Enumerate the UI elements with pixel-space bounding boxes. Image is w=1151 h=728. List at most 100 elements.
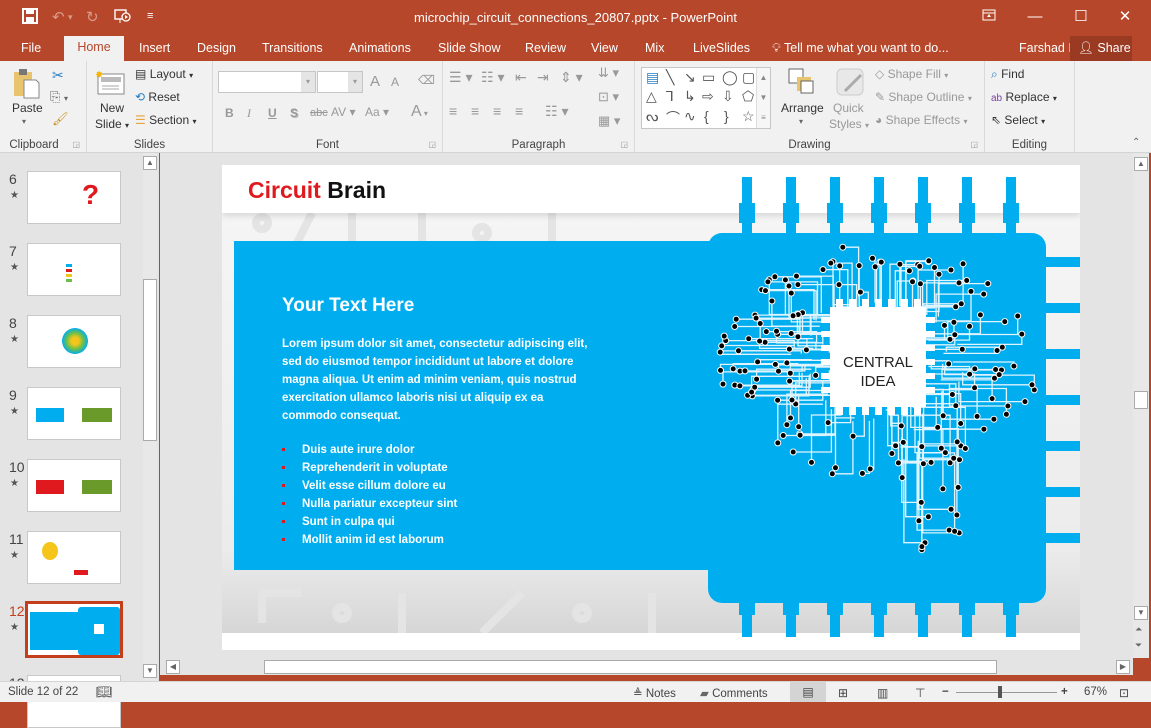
quick-styles-dropdown[interactable]: Styles ▾ xyxy=(829,117,869,131)
slide-thumbnail[interactable] xyxy=(27,531,121,584)
slide-thumbnail[interactable] xyxy=(25,601,123,658)
tab-transitions[interactable]: Transitions xyxy=(262,41,323,55)
tab-home[interactable]: Home xyxy=(64,36,124,61)
convert-to-smartart-icon[interactable]: ▦ ▾ xyxy=(598,113,620,129)
paste-label[interactable]: Paste xyxy=(12,101,43,115)
zoom-in-button[interactable]: + xyxy=(1061,686,1068,698)
decrease-indent-icon[interactable]: ⇤ xyxy=(515,69,527,86)
spell-check-icon[interactable]: 📖︎ xyxy=(96,684,113,700)
fit-slide-to-window-icon[interactable]: ⊡ xyxy=(1119,686,1129,700)
star-shape-icon[interactable]: ☆ xyxy=(742,108,755,125)
curve-shape-icon[interactable]: ∿ xyxy=(684,108,696,125)
animation-star-icon[interactable]: ★ xyxy=(10,406,19,417)
clear-formatting-icon[interactable]: ⌫ xyxy=(418,73,435,87)
line-shape-icon[interactable]: ╲ xyxy=(666,69,674,86)
rectangle-shape-icon[interactable]: ▭ xyxy=(702,69,715,86)
bullet-item[interactable]: Duis aute irure dolor xyxy=(282,441,457,459)
animation-star-icon[interactable]: ★ xyxy=(10,478,19,489)
reading-view-icon[interactable]: ▥ xyxy=(877,686,888,700)
elbow-arrow-shape-icon[interactable]: ↳ xyxy=(684,88,696,105)
quick-styles-icon[interactable] xyxy=(835,67,865,100)
zoom-out-button[interactable]: − xyxy=(942,686,949,698)
slide-show-view-icon[interactable]: ⊤ xyxy=(915,686,925,700)
slide-12[interactable]: Circuit Brain Your Text Here Lorem ipsum… xyxy=(222,165,1080,650)
line-spacing-icon[interactable]: ⇕ ▾ xyxy=(560,69,583,86)
drawing-launcher-icon[interactable]: ◲ xyxy=(970,140,978,149)
shadow-button[interactable]: S xyxy=(290,106,298,120)
scroll-thumb[interactable] xyxy=(143,279,157,441)
font-color-button[interactable]: A ▾ xyxy=(411,103,428,121)
decrease-font-size-icon[interactable]: A xyxy=(391,75,399,89)
zoom-slider-thumb[interactable] xyxy=(997,686,1002,698)
shape-fill-button[interactable]: ◇ Shape Fill ▾ xyxy=(875,67,948,81)
bullets-icon[interactable]: ☰ ▾ xyxy=(449,69,472,86)
arrow-line-shape-icon[interactable]: ↘ xyxy=(684,69,696,86)
scroll-left-button[interactable]: ◀ xyxy=(166,660,180,674)
font-size-dropdown-icon[interactable]: ▾ xyxy=(348,72,362,92)
thumbnails-scrollbar[interactable]: ▲ ▼ xyxy=(143,153,157,681)
scroll-down-button[interactable]: ▼ xyxy=(143,664,157,678)
animation-star-icon[interactable]: ★ xyxy=(10,550,19,561)
zoom-slider[interactable] xyxy=(956,692,1057,693)
right-brace-shape-icon[interactable]: } xyxy=(724,108,729,124)
arrange-dropdown-icon[interactable]: ▾ xyxy=(799,117,803,126)
shape-outline-button[interactable]: ✎ Shape Outline ▾ xyxy=(875,90,972,104)
scroll-right-button[interactable]: ▶ xyxy=(1116,660,1130,674)
underline-button[interactable]: U xyxy=(268,106,277,120)
freeform-shape-icon[interactable]: ᔓ xyxy=(646,108,658,125)
align-right-icon[interactable]: ≡ xyxy=(493,103,501,119)
body-paragraph[interactable]: Lorem ipsum dolor sit amet, consectetur … xyxy=(282,335,592,425)
section-button[interactable]: ☰ Section ▾ xyxy=(135,113,197,127)
bullet-item[interactable]: Reprehenderit in voluptate xyxy=(282,459,457,477)
oval-shape-icon[interactable]: ◯ xyxy=(722,69,738,86)
slide-title[interactable]: Circuit Brain xyxy=(248,177,386,204)
tab-slide-show[interactable]: Slide Show xyxy=(438,41,501,55)
tab-liveslides[interactable]: LiveSlides xyxy=(693,41,750,55)
scroll-thumb[interactable] xyxy=(264,660,997,674)
align-text-icon[interactable]: ⊡ ▾ xyxy=(598,89,619,105)
slide-sorter-view-icon[interactable]: ⊞ xyxy=(838,686,848,700)
text-heading[interactable]: Your Text Here xyxy=(282,295,414,317)
strikethrough-button[interactable]: abc xyxy=(310,107,328,119)
tab-file[interactable]: File xyxy=(21,41,41,55)
slide-thumbnail[interactable] xyxy=(27,387,121,440)
flowchart-shape-icon[interactable]: ⬠ xyxy=(742,88,754,105)
triangle-shape-icon[interactable]: △ xyxy=(646,88,657,105)
font-name-dropdown-icon[interactable]: ▾ xyxy=(301,72,315,92)
maximize-button[interactable]: ☐ xyxy=(1070,6,1092,28)
scroll-up-button[interactable]: ▲ xyxy=(1134,157,1148,171)
slide-thumbnail[interactable] xyxy=(27,315,121,368)
bullet-item[interactable]: Velit esse cillum dolore eu xyxy=(282,477,457,495)
shape-effects-button[interactable]: ◕ Shape Effects ▾ xyxy=(875,113,967,127)
canvas-horizontal-scrollbar[interactable]: ◀ ▶ xyxy=(160,658,1133,675)
shapes-gallery-scroll[interactable]: ▲ ▼ ≡ xyxy=(756,68,770,128)
minimize-button[interactable]: — xyxy=(1024,6,1046,28)
slide-thumbnail[interactable]: ? xyxy=(27,171,121,224)
italic-button[interactable]: I xyxy=(247,106,251,121)
arc-shape-icon[interactable]: ⌒ xyxy=(666,108,680,128)
quick-styles-label[interactable]: Quick xyxy=(833,101,864,115)
tab-mix[interactable]: Mix xyxy=(645,41,664,55)
new-slide-icon[interactable]: ✸ xyxy=(95,69,125,100)
tab-design[interactable]: Design xyxy=(197,41,236,55)
canvas-vertical-scrollbar[interactable]: ▲ ▼ ⏶ ⏷ xyxy=(1133,153,1149,658)
character-spacing-button[interactable]: AV ▾ xyxy=(331,105,355,119)
close-button[interactable]: ✕ xyxy=(1114,6,1136,28)
justify-icon[interactable]: ≡ xyxy=(515,103,523,119)
arrange-icon[interactable] xyxy=(787,67,817,100)
animation-star-icon[interactable]: ★ xyxy=(10,622,19,633)
slide-thumbnail[interactable] xyxy=(27,243,121,296)
rounded-rectangle-shape-icon[interactable]: ▢ xyxy=(742,69,755,86)
scroll-thumb[interactable] xyxy=(1134,391,1148,409)
find-button[interactable]: ⌕ Find xyxy=(991,67,1024,82)
format-painter-icon[interactable]: 🖌︎ xyxy=(52,111,69,127)
select-button[interactable]: ⇖ Select ▾ xyxy=(991,113,1045,127)
next-slide-icon[interactable]: ⏷ xyxy=(1135,640,1142,651)
animation-star-icon[interactable]: ★ xyxy=(10,262,19,273)
arrange-label[interactable]: Arrange xyxy=(781,101,824,115)
zoom-level[interactable]: 67% xyxy=(1084,686,1107,698)
bullet-item[interactable]: Nulla pariatur excepteur sint xyxy=(282,495,457,513)
tab-review[interactable]: Review xyxy=(525,41,566,55)
cut-icon[interactable]: ✂ xyxy=(52,67,64,84)
layout-button[interactable]: ▤ Layout ▾ xyxy=(135,67,193,81)
